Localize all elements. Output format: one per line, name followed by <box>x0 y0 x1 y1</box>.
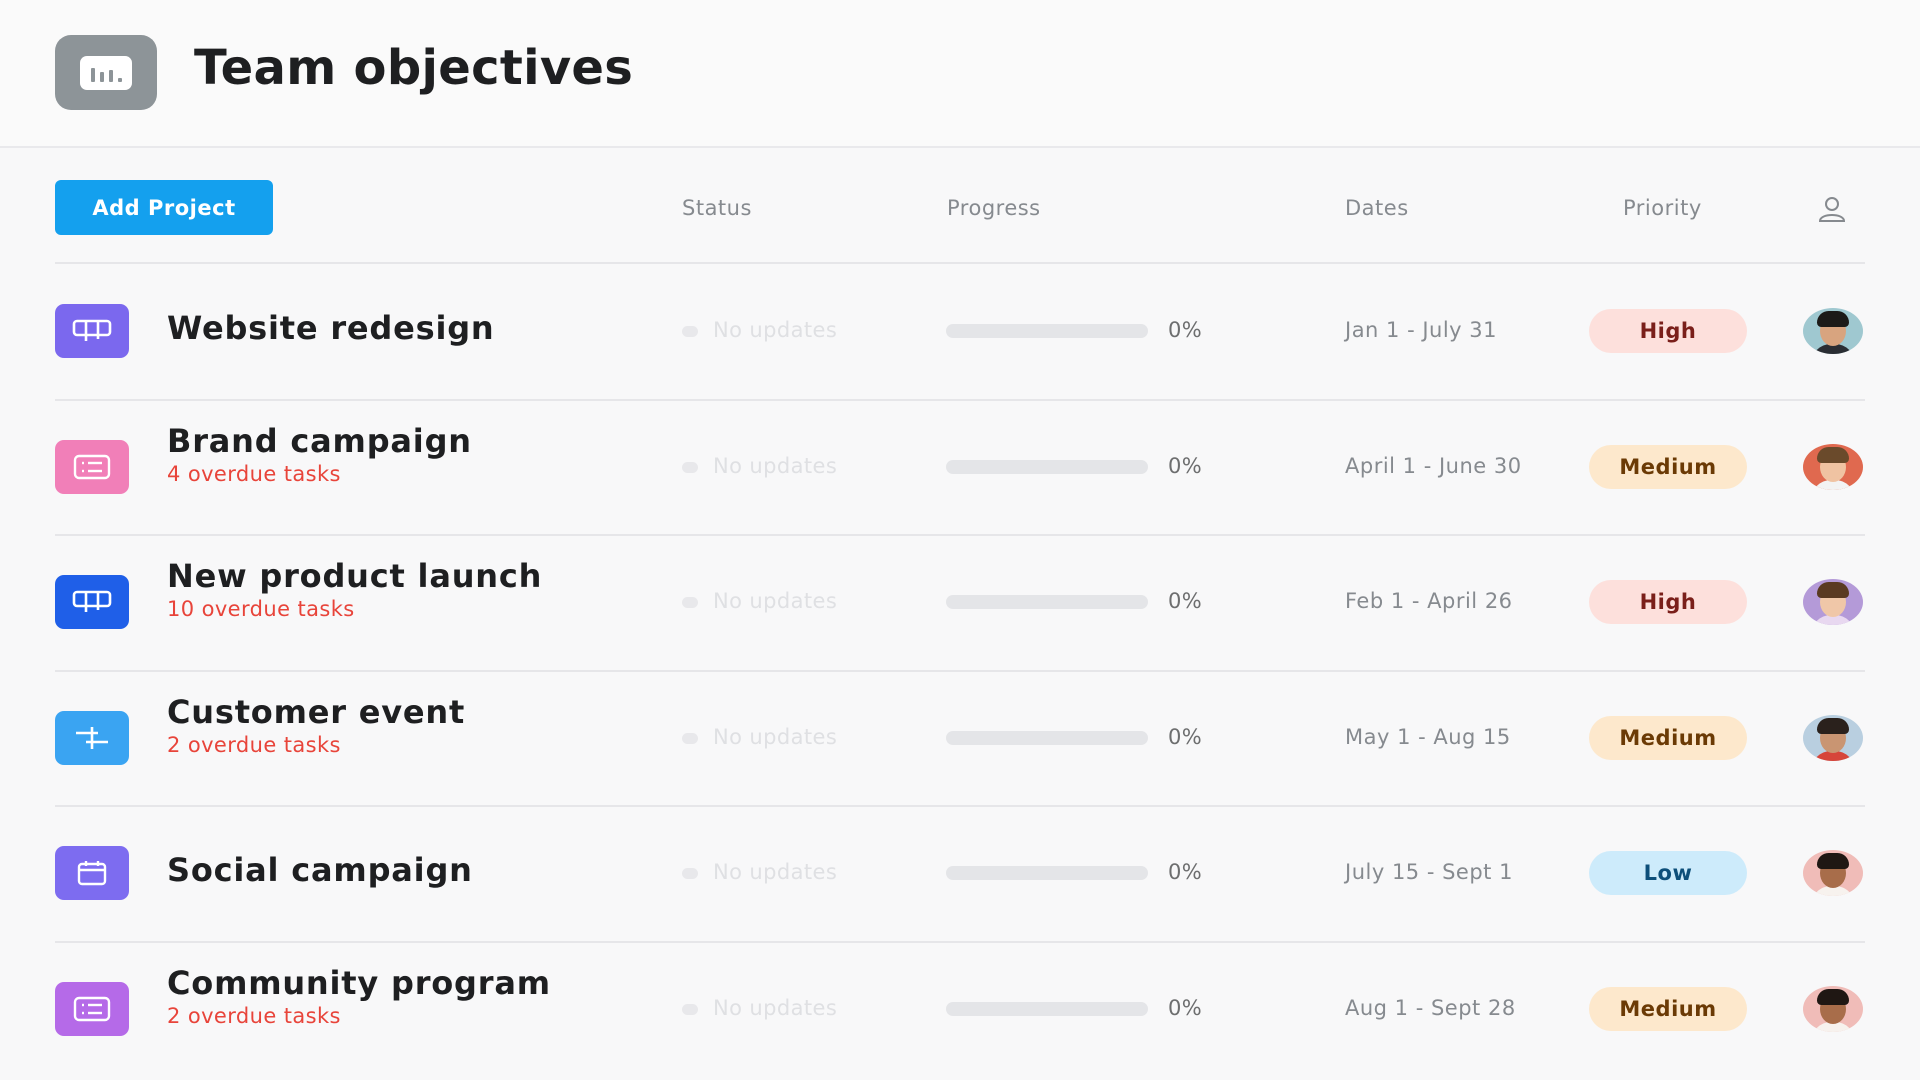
assignee-avatar[interactable] <box>1803 579 1863 625</box>
progress-bar <box>946 459 1148 474</box>
status-dot <box>682 597 698 608</box>
status-dot <box>682 732 698 744</box>
priority-badge[interactable]: Medium <box>1589 444 1747 489</box>
board-icon <box>55 575 129 629</box>
status-dot <box>682 1003 698 1015</box>
assignee-avatar[interactable] <box>1803 714 1863 761</box>
project-row[interactable]: New product launch 10 overdue tasks No u… <box>0 535 1920 670</box>
overdue-tasks-label[interactable]: 2 overdue tasks <box>167 1004 341 1028</box>
date-range[interactable]: April 1 - June 30 <box>1345 454 1522 478</box>
priority-badge[interactable]: Low <box>1589 851 1747 895</box>
status-text[interactable]: No updates <box>713 996 837 1020</box>
project-row[interactable]: Customer event 2 overdue tasks No update… <box>0 671 1920 806</box>
list-icon <box>55 439 129 494</box>
project-row[interactable]: Website redesign No updates 0% Jan 1 - J… <box>0 264 1920 399</box>
status-dot <box>682 326 698 337</box>
date-range[interactable]: Jan 1 - July 31 <box>1345 318 1497 342</box>
project-name[interactable]: Brand campaign <box>167 422 472 460</box>
page-title: Team objectives <box>194 40 634 96</box>
assignee-avatar[interactable] <box>1803 308 1863 354</box>
calendar-icon <box>55 846 129 900</box>
date-range[interactable]: Feb 1 - April 26 <box>1345 589 1513 613</box>
date-range[interactable]: May 1 - Aug 15 <box>1345 725 1511 749</box>
assignee-avatar[interactable] <box>1803 443 1863 490</box>
progress-percent: 0% <box>1168 453 1203 478</box>
progress-bar <box>946 1001 1148 1016</box>
project-name[interactable]: Website redesign <box>167 309 495 347</box>
list-icon <box>55 981 129 1036</box>
status-dot <box>682 868 698 879</box>
project-name[interactable]: Customer event <box>167 693 465 731</box>
status-text[interactable]: No updates <box>713 589 837 613</box>
status-text[interactable]: No updates <box>713 454 837 478</box>
page-header: Team objectives <box>0 0 1920 148</box>
project-name[interactable]: Community program <box>167 964 551 1002</box>
progress-bar <box>946 866 1148 880</box>
overdue-tasks-label[interactable]: 2 overdue tasks <box>167 733 341 757</box>
progress-percent: 0% <box>1168 860 1203 884</box>
person-icon[interactable] <box>1818 196 1846 222</box>
priority-badge[interactable]: High <box>1589 309 1747 353</box>
progress-percent: 0% <box>1168 995 1203 1020</box>
project-row[interactable]: Community program 2 overdue tasks No upd… <box>0 942 1920 1077</box>
overdue-tasks-label[interactable]: 4 overdue tasks <box>167 462 341 486</box>
priority-badge[interactable]: Medium <box>1589 715 1747 760</box>
progress-percent: 0% <box>1168 318 1203 342</box>
overdue-tasks-label[interactable]: 10 overdue tasks <box>167 597 355 621</box>
status-text[interactable]: No updates <box>713 725 837 749</box>
project-name[interactable]: New product launch <box>167 557 542 595</box>
status-dot <box>682 461 698 473</box>
project-row[interactable]: Brand campaign 4 overdue tasks No update… <box>0 400 1920 535</box>
progress-bar <box>946 595 1148 609</box>
progress-bar <box>946 324 1148 338</box>
progress-bar <box>946 730 1148 745</box>
status-text[interactable]: No updates <box>713 860 837 884</box>
progress-percent: 0% <box>1168 589 1203 613</box>
timeline-icon <box>55 710 129 765</box>
add-project-button[interactable]: Add Project <box>55 180 273 235</box>
column-header-status[interactable]: Status <box>682 196 752 220</box>
status-text[interactable]: No updates <box>713 318 837 342</box>
date-range[interactable]: July 15 - Sept 1 <box>1345 860 1513 884</box>
project-name[interactable]: Social campaign <box>167 851 473 889</box>
progress-percent: 0% <box>1168 724 1203 749</box>
assignee-avatar[interactable] <box>1803 985 1863 1032</box>
board-icon <box>55 304 129 358</box>
date-range[interactable]: Aug 1 - Sept 28 <box>1345 996 1516 1020</box>
priority-badge[interactable]: Medium <box>1589 986 1747 1031</box>
project-row[interactable]: Social campaign No updates 0% July 15 - … <box>0 806 1920 941</box>
column-header-dates[interactable]: Dates <box>1345 196 1409 220</box>
column-header-progress[interactable]: Progress <box>947 196 1041 220</box>
bar-chart-icon <box>55 35 157 110</box>
assignee-avatar[interactable] <box>1803 850 1863 896</box>
column-header-priority[interactable]: Priority <box>1623 196 1702 220</box>
priority-badge[interactable]: High <box>1589 580 1747 624</box>
toolbar: Add Project Status Progress Dates Priori… <box>0 148 1920 266</box>
